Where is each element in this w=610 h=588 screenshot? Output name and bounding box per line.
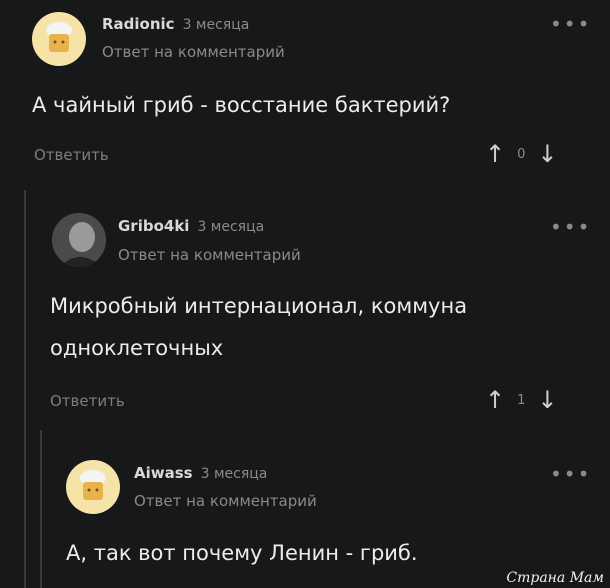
author-name[interactable]: Aiwass	[134, 464, 193, 482]
comment-author[interactable]: Aiwass 3 месяца	[134, 464, 267, 482]
vote-count: 1	[517, 392, 526, 408]
reply-to-link[interactable]: Ответ на комментарий	[134, 492, 317, 510]
author-name[interactable]: Radionic	[102, 15, 175, 33]
more-options-icon[interactable]: •••	[550, 215, 591, 239]
upvote-icon[interactable]: ↑	[485, 142, 505, 166]
watermark: Страна Мам	[506, 570, 604, 586]
reply-button[interactable]: Ответить	[50, 392, 125, 410]
upvote-icon[interactable]: ↑	[485, 388, 505, 412]
vote-controls: ↑ 1 ↓	[485, 388, 558, 412]
chef-avatar-icon	[46, 22, 72, 52]
avatar[interactable]	[66, 460, 120, 514]
comment-time: 3 месяца	[200, 466, 268, 482]
thread-line-level2	[40, 430, 42, 588]
reply-to-link[interactable]: Ответ на комментарий	[118, 246, 301, 264]
chef-avatar-icon	[80, 470, 106, 500]
avatar[interactable]	[32, 12, 86, 66]
comment-time: 3 месяца	[197, 219, 265, 235]
more-options-icon[interactable]: •••	[550, 462, 591, 486]
downvote-icon[interactable]: ↓	[537, 142, 557, 166]
comment-text: Микробный интернационал, коммуна однокле…	[50, 285, 467, 369]
comment-text-line: Микробный интернационал, коммуна	[50, 294, 468, 318]
thread-line-level1	[24, 190, 26, 588]
vote-count: 0	[517, 146, 526, 162]
reply-to-link[interactable]: Ответ на комментарий	[102, 43, 285, 61]
person-photo-icon	[52, 213, 106, 267]
downvote-icon[interactable]: ↓	[537, 388, 557, 412]
reply-button[interactable]: Ответить	[34, 146, 109, 164]
more-options-icon[interactable]: •••	[550, 12, 591, 36]
comment-text-line: одноклеточных	[50, 336, 224, 360]
comment-author[interactable]: Gribo4ki 3 месяца	[118, 217, 264, 235]
author-name[interactable]: Gribo4ki	[118, 217, 189, 235]
comment-author[interactable]: Radionic 3 месяца	[102, 15, 249, 33]
vote-controls: ↑ 0 ↓	[485, 142, 558, 166]
comment-time: 3 месяца	[182, 17, 250, 33]
avatar[interactable]	[52, 213, 106, 267]
comment-text: А чайный гриб - восстание бактерий?	[32, 93, 451, 117]
comment-text: А, так вот почему Ленин - гриб.	[66, 541, 418, 565]
